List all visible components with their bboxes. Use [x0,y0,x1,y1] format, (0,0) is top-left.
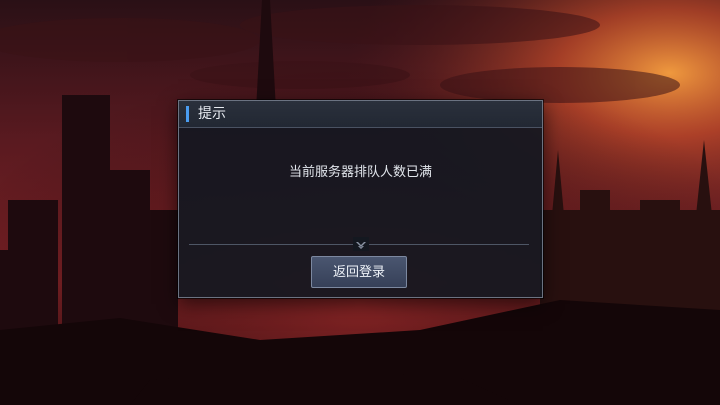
notice-dialog: 提示 当前服务器排队人数已满 返回登录 [178,100,543,298]
header-accent-bar [186,106,189,122]
dialog-title: 提示 [198,106,226,122]
dialog-header: 提示 [179,101,542,128]
return-login-button[interactable]: 返回登录 [311,256,407,288]
dialog-message: 当前服务器排队人数已满 [288,165,432,180]
chevron-down-icon [353,237,369,251]
